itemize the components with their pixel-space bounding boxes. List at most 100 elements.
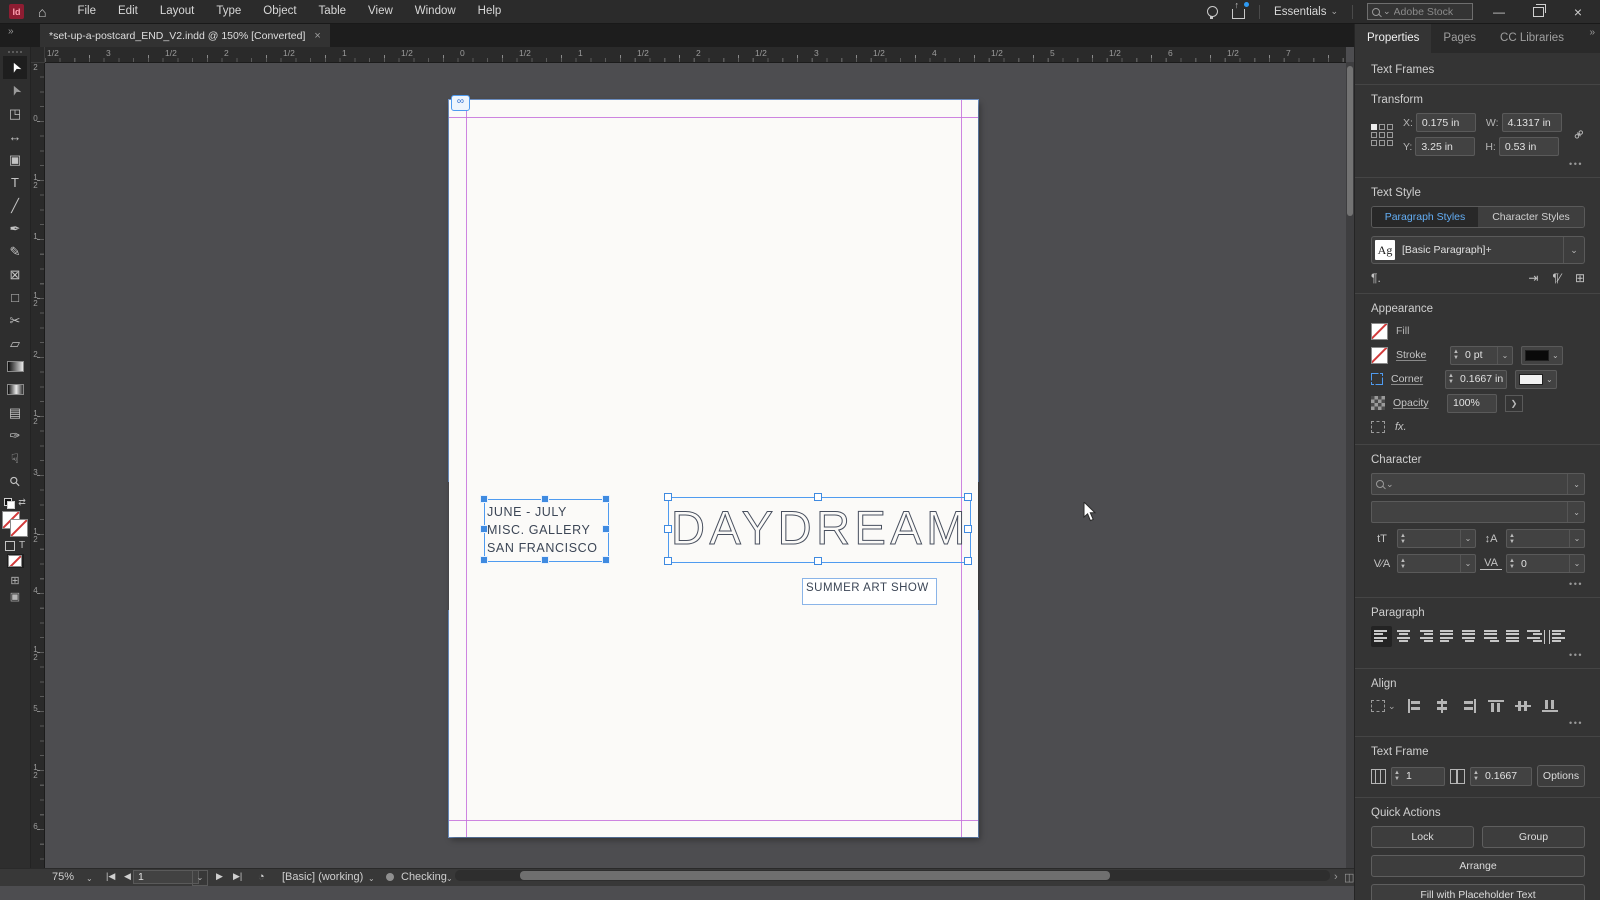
text-frame-title[interactable]: DAYDREAM — [668, 497, 971, 563]
toolbar-drag-handle[interactable] — [7, 50, 23, 54]
first-page-button[interactable]: |◀ — [106, 871, 115, 882]
horizontal-scrollbar-thumb[interactable] — [520, 871, 1110, 880]
panel-tab-cc-libraries[interactable]: CC Libraries — [1488, 23, 1576, 53]
fx-icon[interactable]: fx. — [1395, 421, 1407, 433]
frame-handle[interactable] — [602, 495, 610, 503]
opacity-expand-icon[interactable]: ❯ — [1505, 394, 1523, 412]
stroke-swatch[interactable] — [1371, 346, 1388, 364]
horizontal-ruler[interactable]: 1/2 3 1/2 2 1/2 1 1/2 0 1/2 1 1/2 2 1/2 3 1/2 4 1/2 5 1/2 6… — [30, 47, 1346, 63]
stock-search-input[interactable]: ⌄ Adobe Stock — [1367, 3, 1473, 20]
menu-file[interactable]: File — [66, 0, 107, 23]
zoom-level[interactable]: 75% — [52, 871, 74, 883]
align-center-button[interactable] — [1393, 626, 1414, 647]
new-style-icon[interactable]: ⊞ — [1575, 271, 1585, 285]
close-button[interactable]: × — [1566, 4, 1590, 20]
vertical-scrollbar-thumb[interactable] — [1347, 66, 1353, 216]
vertical-scrollbar[interactable] — [1346, 62, 1354, 868]
page-list-chevron-icon[interactable]: ⌄ — [192, 870, 208, 886]
justify-all-button[interactable] — [1503, 626, 1524, 647]
frame-handle[interactable] — [814, 493, 822, 501]
arrange-button[interactable]: Arrange — [1371, 855, 1585, 877]
frame-handle[interactable] — [602, 525, 610, 533]
tracking-stepper[interactable]: ▲ ▼ 0 ⌄ — [1506, 554, 1585, 573]
content-collector-tool[interactable]: ▣ — [3, 148, 27, 171]
reference-point-grid[interactable] — [1371, 123, 1393, 146]
stroke-color-dropdown[interactable]: ⌄ — [1521, 345, 1563, 365]
object-effects-icon[interactable] — [1371, 421, 1385, 433]
transform-more-options[interactable]: ••• — [1371, 159, 1583, 169]
minimize-button[interactable]: — — [1487, 5, 1511, 19]
line-tool[interactable]: ╱ — [3, 194, 27, 217]
menu-view[interactable]: View — [357, 0, 404, 23]
postcard-page[interactable] — [449, 100, 978, 837]
menu-window[interactable]: Window — [404, 0, 467, 23]
align-vertical-center-button[interactable] — [1513, 697, 1533, 715]
preflight-chevron-icon[interactable]: ⌄ — [368, 874, 375, 883]
kerning-stepper[interactable]: ▲ ▼ ⌄ — [1397, 554, 1476, 573]
zoom-tool[interactable]: ⚲ — [3, 470, 27, 493]
paragraph-style-dropdown[interactable]: Ag [Basic Paragraph]+ ⌄ — [1371, 236, 1585, 264]
group-button[interactable]: Group — [1482, 826, 1585, 848]
previous-page-button[interactable]: ◀ — [124, 871, 131, 882]
frame-handle[interactable] — [814, 557, 822, 565]
gap-tool[interactable]: ↔ — [3, 125, 27, 148]
menu-table[interactable]: Table — [308, 0, 358, 23]
gradient-tool[interactable] — [3, 355, 27, 378]
stroke-weight-value[interactable]: 0 pt — [1461, 349, 1497, 361]
rectangle-tool[interactable]: □ — [3, 286, 27, 309]
stroke-swatch-none[interactable] — [10, 519, 28, 537]
note-tool[interactable]: ▤ — [3, 401, 27, 424]
frame-handle[interactable] — [964, 557, 972, 565]
frame-handle[interactable] — [964, 525, 972, 533]
fill-placeholder-button[interactable]: Fill with Placeholder Text — [1371, 884, 1585, 900]
frame-handle[interactable] — [664, 493, 672, 501]
columns-stepper[interactable]: ▲ ▼ 1 — [1391, 766, 1445, 786]
justify-right-button[interactable] — [1481, 626, 1502, 647]
x-field[interactable]: 0.175 in — [1415, 113, 1476, 132]
paragraph-styles-tab[interactable]: Paragraph Styles — [1372, 207, 1478, 227]
apply-none-button[interactable] — [6, 554, 24, 568]
character-more-options[interactable]: ••• — [1371, 579, 1583, 589]
home-icon[interactable]: ⌂ — [38, 5, 46, 19]
frame-handle[interactable] — [664, 557, 672, 565]
corner-radius-stepper[interactable]: ▲ ▼ 0.1667 in — [1445, 369, 1507, 389]
last-page-button[interactable]: ▶| — [233, 871, 242, 882]
screen-mode-icon[interactable]: ▣ — [10, 590, 20, 603]
view-options-icon[interactable]: ⊞ — [10, 574, 19, 587]
formatting-affects-text-icon[interactable]: T — [19, 540, 25, 551]
indesign-logo-icon[interactable]: Id — [9, 4, 24, 19]
font-style-combo[interactable]: ⌄ — [1371, 501, 1585, 523]
ruler-origin[interactable] — [30, 47, 45, 63]
chevron-down-icon[interactable]: ⌄ — [1567, 502, 1580, 522]
frame-handle[interactable] — [480, 495, 488, 503]
default-fill-stroke-icon[interactable] — [4, 498, 16, 509]
formatting-affects-container-icon[interactable] — [4, 540, 15, 551]
direct-selection-tool[interactable]: ➤ — [3, 79, 27, 102]
leading-stepper[interactable]: ▲ ▼ ⌄ — [1506, 529, 1585, 548]
restore-button[interactable] — [1533, 3, 1546, 17]
align-right-button[interactable] — [1459, 697, 1479, 715]
preflight-icon[interactable]: ◔ — [258, 871, 265, 883]
paragraph-more-options[interactable]: ••• — [1371, 650, 1583, 660]
pencil-tool[interactable]: ✎ — [3, 240, 27, 263]
align-horizontal-center-button[interactable] — [1432, 697, 1452, 715]
gradient-feather-tool[interactable] — [3, 378, 27, 401]
font-family-combo[interactable]: ⌄ ⌄ — [1371, 473, 1585, 495]
hand-tool[interactable]: ☟ — [3, 447, 27, 470]
w-field[interactable]: 4.1317 in — [1501, 113, 1562, 132]
align-to-dropdown[interactable]: ⌄ — [1371, 700, 1396, 712]
text-frame-venue[interactable]: JUNE - JULY MISC. GALLERY SAN FRANCISCO — [484, 499, 609, 562]
cc-link-badge-icon[interactable]: ∞ — [451, 95, 470, 111]
justify-center-button[interactable] — [1459, 626, 1480, 647]
tracking-value[interactable]: 0 — [1517, 558, 1569, 570]
gutter-stepper[interactable]: ▲ ▼ 0.1667 — [1470, 766, 1532, 786]
align-away-from-spine-button[interactable] — [1547, 626, 1568, 647]
justify-left-button[interactable] — [1437, 626, 1458, 647]
horizontal-scrollbar[interactable] — [455, 870, 1330, 881]
document-tab[interactable]: *set-up-a-postcard_END_V2.indd @ 150% [C… — [40, 24, 330, 47]
frame-handle[interactable] — [541, 495, 549, 503]
free-transform-tool[interactable]: ▱ — [3, 332, 27, 355]
chevron-down-icon[interactable]: ⌄ — [1563, 237, 1584, 263]
align-more-options[interactable]: ••• — [1371, 718, 1583, 728]
corner-radius-value[interactable]: 0.1667 in — [1456, 373, 1506, 385]
